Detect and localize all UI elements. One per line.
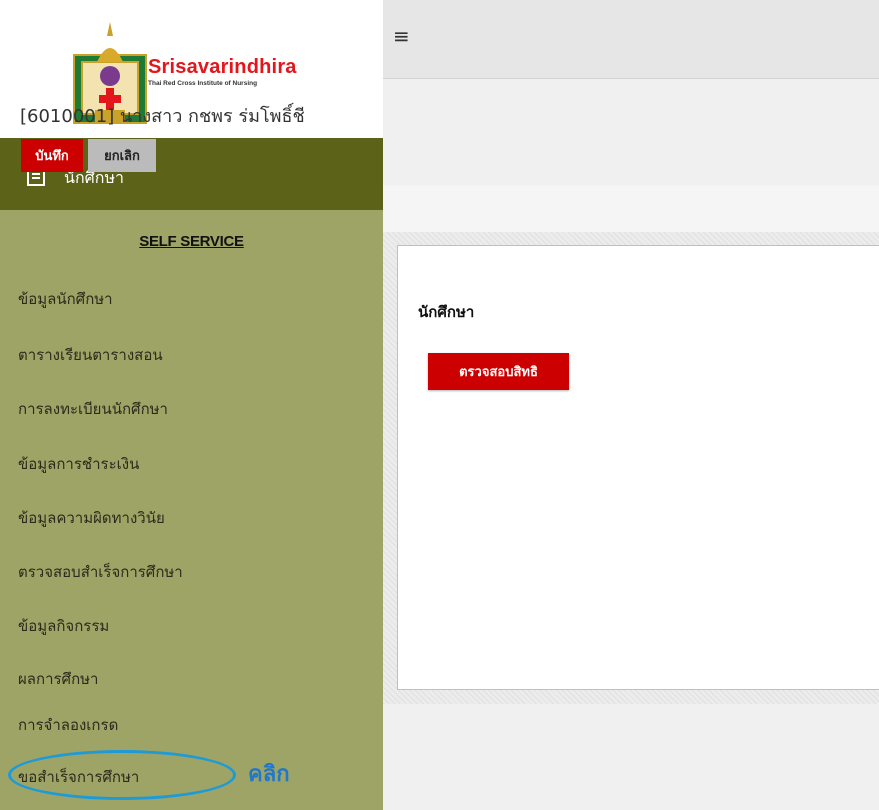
card-title: นักศึกษา: [418, 303, 475, 321]
footer-area: [383, 704, 879, 810]
header-spacer: [383, 185, 879, 232]
sidebar-item-discipline[interactable]: ข้อมูลความผิดทางวินัย: [18, 506, 165, 530]
save-button[interactable]: บันทึก: [21, 139, 83, 172]
sidebar-item-timetable[interactable]: ตารางเรียนตารางสอน: [18, 343, 163, 367]
click-annotation: คลิก: [248, 762, 290, 787]
page-header: [383, 79, 879, 185]
sidebar-item-grade-simulation[interactable]: การจำลองเกรด: [18, 713, 118, 737]
hamburger-menu-icon[interactable]: ≡: [393, 26, 410, 46]
sidebar-item-graduation-check[interactable]: ตรวจสอบสำเร็จการศึกษา: [18, 560, 183, 584]
check-rights-button[interactable]: ตรวจสอบสิทธิ: [428, 353, 569, 390]
sidebar-item-student-info[interactable]: ข้อมูลนักศึกษา: [18, 287, 113, 311]
topbar: ≡: [383, 0, 879, 79]
sidebar-item-payment[interactable]: ข้อมูลการชำระเงิน: [18, 452, 139, 476]
cancel-button[interactable]: ยกเลิก: [88, 139, 156, 172]
highlight-ellipse: [8, 750, 236, 800]
sidebar-item-results[interactable]: ผลการศึกษา: [18, 667, 98, 691]
sidebar-item-registration[interactable]: การลงทะเบียนนักศึกษา: [18, 397, 168, 421]
logo-title: Srisavarindhira: [148, 56, 297, 78]
logo-subtitle: Thai Red Cross Institute of Nursing: [148, 80, 258, 87]
page-title: [6010001] นางสาว กชพร ร่มโพธิ์ชี: [20, 106, 305, 127]
section-title: SELF SERVICE: [139, 233, 244, 250]
main-content: ≡: [383, 0, 879, 810]
sidebar-item-activities[interactable]: ข้อมูลกิจกรรม: [18, 614, 109, 638]
